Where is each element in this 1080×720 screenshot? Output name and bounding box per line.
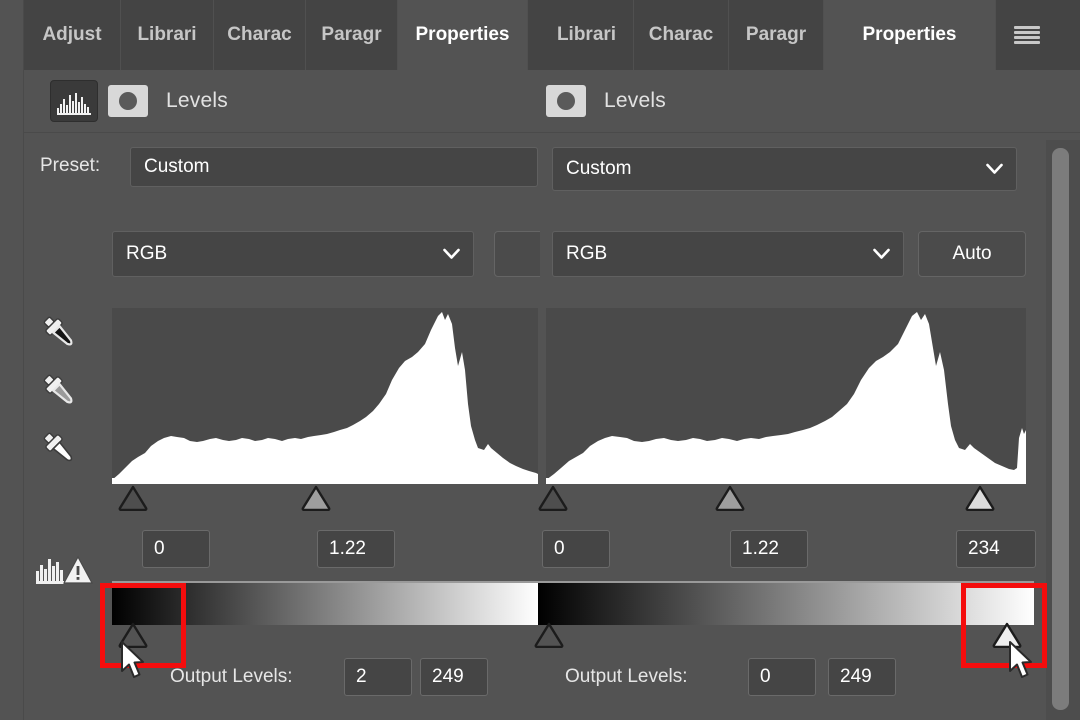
mouse-cursor-output-white: [1008, 640, 1038, 682]
tab-label: Properties: [416, 24, 510, 46]
front-tab-libraries[interactable]: Librari: [540, 0, 634, 70]
tab-properties[interactable]: Properties: [398, 0, 528, 70]
front-output-black-field[interactable]: 0: [748, 658, 816, 696]
front-levels-header: Levels: [540, 70, 1080, 132]
front-preset-value: Custom: [566, 158, 631, 180]
histogram-icon[interactable]: [50, 80, 98, 122]
front-channel-value: RGB: [566, 243, 607, 265]
back-output-white-value: 249: [432, 666, 464, 688]
set-gray-point-eyedropper[interactable]: [38, 369, 82, 413]
back-input-shadow-value: 0: [154, 538, 165, 560]
front-input-highlight-value: 234: [968, 538, 1000, 560]
front-input-midtone-field[interactable]: 1.22: [730, 530, 808, 568]
front-tab-properties[interactable]: Properties: [824, 0, 996, 70]
mask-thumbnail-dot: [119, 92, 137, 110]
tab-paragraph[interactable]: Paragr: [306, 0, 398, 70]
back-output-white-field[interactable]: 249: [420, 658, 488, 696]
back-preset-label: Preset:: [40, 155, 100, 177]
panel-scrollbar-thumb[interactable]: [1052, 148, 1069, 710]
back-input-shadow-slider[interactable]: [118, 485, 148, 511]
tab-label: Paragr: [746, 24, 806, 46]
set-white-point-eyedropper[interactable]: [38, 427, 82, 471]
workspace-left-gutter: [0, 0, 24, 720]
hamburger-menu-icon: [1014, 26, 1040, 44]
front-input-highlight-field[interactable]: 234: [956, 530, 1036, 568]
front-auto-button[interactable]: Auto: [918, 231, 1026, 277]
front-output-white-value: 249: [840, 666, 872, 688]
chevron-down-icon: [986, 164, 1003, 175]
histogram-warning-icon[interactable]: [36, 553, 94, 587]
back-input-midtone-value: 1.22: [329, 538, 366, 560]
back-channel-value: RGB: [126, 243, 167, 265]
back-histogram[interactable]: [112, 308, 538, 484]
front-layer-mask-icon[interactable]: [546, 85, 586, 117]
front-panel-tab-bar: Librari Charac Paragr Properties: [540, 0, 1080, 70]
back-input-midtone-field[interactable]: 1.22: [317, 530, 395, 568]
back-output-black-value: 2: [356, 666, 367, 688]
front-histogram[interactable]: [546, 308, 1026, 484]
back-input-shadow-field[interactable]: 0: [142, 530, 210, 568]
tab-adjustments[interactable]: Adjust: [24, 0, 121, 70]
photoshop-properties-panel-screenshot: Adjust Librari Charac Paragr Properties: [0, 0, 1080, 720]
front-channel-select[interactable]: RGB: [552, 231, 904, 277]
front-input-midtone-value: 1.22: [742, 538, 779, 560]
front-levels-title: Levels: [604, 89, 666, 113]
chevron-down-icon: [873, 249, 890, 260]
front-input-shadow-field[interactable]: 0: [542, 530, 610, 568]
tab-label: Paragr: [321, 24, 381, 46]
front-output-levels-label: Output Levels:: [565, 666, 688, 688]
back-channel-select[interactable]: RGB: [112, 231, 474, 277]
front-tab-character[interactable]: Charac: [634, 0, 729, 70]
front-input-midtone-slider[interactable]: [715, 485, 745, 511]
set-black-point-eyedropper[interactable]: [38, 311, 82, 355]
front-input-highlight-slider[interactable]: [965, 485, 995, 511]
panel-menu-button[interactable]: [996, 0, 1058, 70]
chevron-down-icon: [443, 249, 460, 260]
mask-thumbnail-dot: [557, 92, 575, 110]
front-input-shadow-slider[interactable]: [538, 485, 568, 511]
tab-label: Librari: [557, 24, 616, 46]
tab-character[interactable]: Charac: [214, 0, 306, 70]
front-input-shadow-value: 0: [554, 538, 565, 560]
front-output-black-slider[interactable]: [534, 622, 564, 648]
front-output-white-field[interactable]: 249: [828, 658, 896, 696]
front-tab-paragraph[interactable]: Paragr: [729, 0, 824, 70]
tab-label: Adjust: [42, 24, 101, 46]
panel-scrollbar-track[interactable]: [1046, 140, 1080, 720]
front-preset-select[interactable]: Custom: [552, 147, 1017, 191]
tab-label: Charac: [227, 24, 291, 46]
tab-label: Properties: [863, 24, 957, 46]
back-output-levels-label: Output Levels:: [170, 666, 293, 688]
front-output-black-value: 0: [760, 666, 771, 688]
front-output-gradient-ramp[interactable]: [538, 581, 1034, 625]
tab-label: Librari: [137, 24, 196, 46]
mouse-cursor-output-black: [120, 640, 150, 682]
back-levels-title: Levels: [166, 89, 228, 113]
tab-libraries[interactable]: Librari: [121, 0, 214, 70]
back-preset-value: Custom: [144, 156, 209, 178]
tab-label: Charac: [649, 24, 713, 46]
back-input-midtone-slider[interactable]: [301, 485, 331, 511]
layer-mask-icon[interactable]: [108, 85, 148, 117]
back-preset-select[interactable]: Custom: [130, 147, 538, 187]
back-output-black-field[interactable]: 2: [344, 658, 412, 696]
front-auto-label: Auto: [952, 243, 991, 265]
